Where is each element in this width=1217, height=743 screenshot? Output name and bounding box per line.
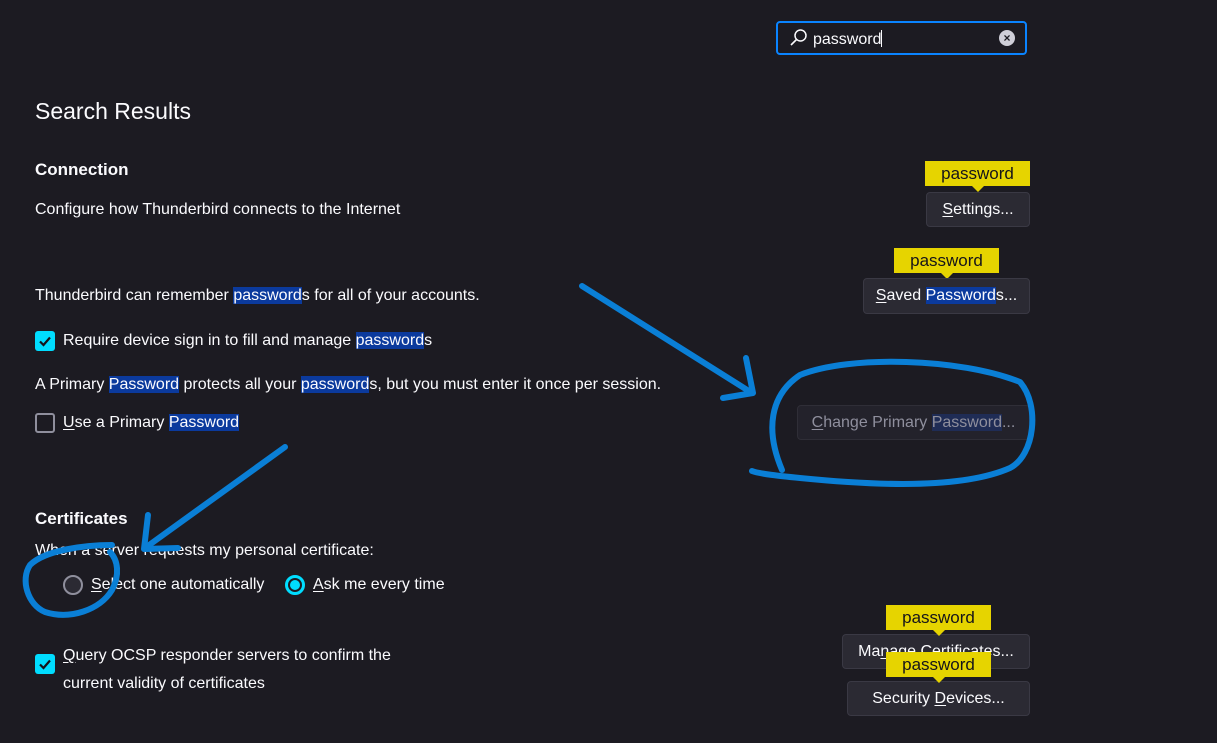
checkmark-icon — [39, 659, 51, 670]
search-tooltip: password — [894, 248, 999, 279]
require-signin-label[interactable]: Require device sign in to fill and manag… — [63, 332, 432, 350]
select-automatically-radio[interactable] — [63, 575, 83, 595]
ocsp-label-line1: Query OCSP responder servers to confirm … — [63, 647, 391, 664]
saved-passwords-button[interactable]: Saved Passwords... — [863, 278, 1030, 314]
select-automatically-label[interactable]: Select one automatically — [91, 576, 264, 594]
ask-every-time-label[interactable]: Ask me every time — [313, 576, 445, 594]
page-title: Search Results — [35, 98, 191, 124]
use-primary-password-checkbox[interactable] — [35, 413, 55, 433]
connection-settings-button[interactable]: Settings... — [926, 192, 1030, 227]
primary-password-description: A Primary Password protects all your pas… — [35, 376, 662, 393]
certificates-heading: Certificates — [35, 509, 128, 528]
clear-search-icon[interactable]: × — [999, 30, 1015, 46]
connection-heading: Connection — [35, 160, 129, 179]
ocsp-label[interactable]: Query OCSP responder servers to confirm … — [63, 642, 391, 698]
search-input-value: password — [813, 30, 883, 48]
change-primary-password-button[interactable]: Change Primary Password... — [797, 405, 1030, 440]
search-tooltip: password — [886, 652, 991, 683]
search-tooltip: password — [925, 161, 1030, 192]
annotation-arrow — [142, 444, 288, 551]
ocsp-checkbox[interactable] — [35, 654, 55, 674]
certificate-request-label: When a server requests my personal certi… — [35, 542, 374, 559]
remember-passwords-text: Thunderbird can remember passwords for a… — [35, 287, 480, 304]
ocsp-label-line2: current validity of certificates — [63, 675, 265, 692]
checkmark-icon — [39, 336, 51, 347]
annotation-arrow-head — [720, 355, 756, 401]
ask-every-time-radio[interactable] — [285, 575, 305, 595]
require-signin-checkbox[interactable] — [35, 331, 55, 351]
search-icon — [790, 29, 807, 46]
search-input[interactable]: password × — [776, 21, 1027, 55]
security-devices-button[interactable]: Security Devices... — [847, 681, 1030, 716]
use-primary-password-label[interactable]: Use a Primary Password — [63, 414, 240, 432]
search-tooltip: password — [886, 605, 991, 636]
connection-description: Configure how Thunderbird connects to th… — [35, 201, 401, 218]
